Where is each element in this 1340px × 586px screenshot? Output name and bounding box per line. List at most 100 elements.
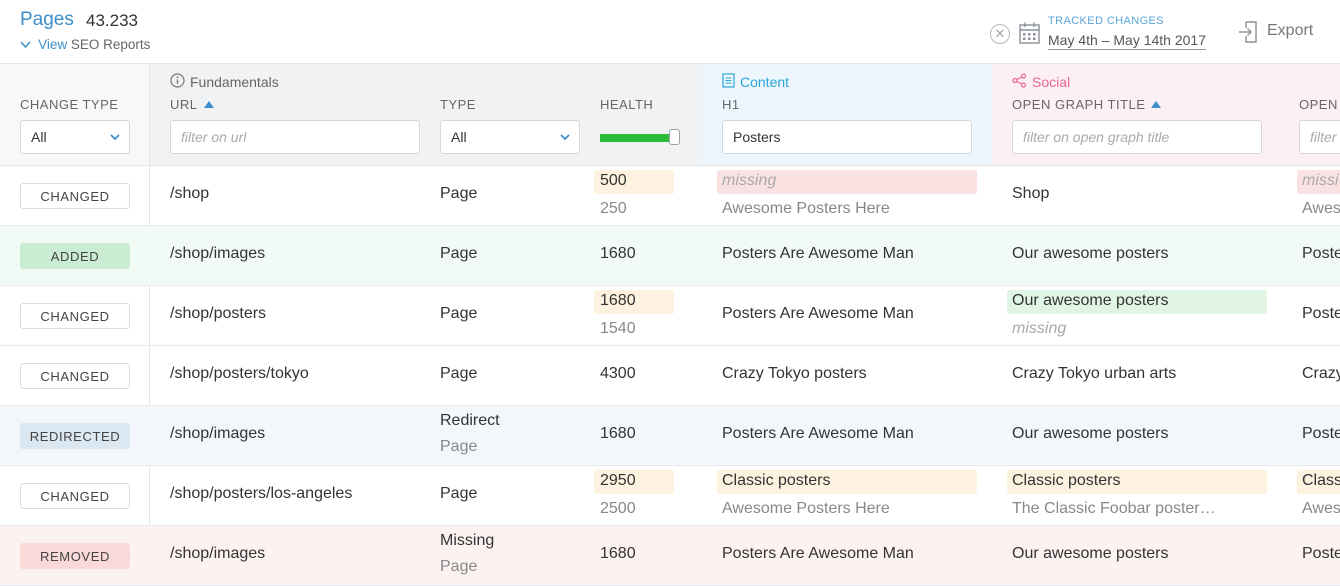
change-type-select[interactable]: All	[20, 120, 130, 154]
social-label: Social	[1032, 74, 1071, 90]
table-header: Fundamentals Content Social CHANGE TYPE …	[0, 64, 1340, 166]
clear-tracked-changes-button[interactable]: ✕	[990, 24, 1010, 44]
h1-cell: Classic posters	[722, 472, 831, 489]
url-cell[interactable]: /shop/images	[170, 425, 265, 443]
seo-link-label: SEO Reports	[70, 37, 151, 52]
table-row[interactable]: CHANGED/shop/posters/tokyo Page 4300 Crazy …	[0, 346, 1340, 406]
type-previous-cell: Page	[440, 438, 478, 455]
sort-ascending-icon	[1151, 101, 1162, 108]
change-type-badge: REDIRECTED	[20, 423, 130, 449]
health-cell: 1680	[600, 292, 636, 309]
view-seo-reports-link[interactable]: View SEO Reports	[20, 37, 150, 52]
health-cell: 4300	[600, 365, 636, 382]
fundamentals-label: Fundamentals	[190, 74, 279, 90]
col-og-next[interactable]: OPEN	[1299, 97, 1338, 112]
info-icon	[170, 73, 185, 91]
change-type-badge: CHANGED	[20, 363, 130, 389]
url-cell[interactable]: /shop	[170, 185, 209, 203]
table-row[interactable]: CHANGED/shop/posters/los-angeles Page 2950…	[0, 466, 1340, 526]
change-type-badge: CHANGED	[20, 303, 130, 329]
col-url-label: URL	[170, 97, 198, 112]
h1-cell: Crazy Tokyo posters	[722, 365, 867, 382]
table-row[interactable]: CHANGED/shop Page 500 250 missing Awesome Pos…	[0, 166, 1340, 226]
h1-cell: missing	[722, 172, 777, 189]
health-cell: 1680	[600, 245, 636, 262]
change-type-badge: REMOVED	[20, 543, 130, 569]
type-cell: Page	[440, 185, 478, 202]
chevron-down-icon	[20, 40, 34, 52]
chevron-down-icon	[109, 130, 121, 147]
content-label: Content	[740, 74, 790, 90]
health-range-fill	[600, 134, 674, 142]
export-icon[interactable]	[1238, 21, 1260, 48]
fundamentals-group: Fundamentals	[170, 73, 279, 91]
col-change-type: CHANGE TYPE	[20, 97, 119, 112]
og-next-filter-input[interactable]	[1299, 120, 1340, 154]
page-count: 43.233	[86, 11, 138, 30]
og-next-cell: Class	[1302, 472, 1340, 489]
health-slider-handle[interactable]	[669, 129, 680, 145]
col-url[interactable]: URL	[170, 97, 214, 112]
h1-previous-cell: Awesome Posters Here	[722, 500, 890, 517]
og-title-previous-cell: The Classic Foobar poster…	[1012, 500, 1216, 517]
og-title-filter-input[interactable]	[1012, 120, 1262, 154]
og-title-cell: Classic posters	[1012, 472, 1121, 489]
table-row[interactable]: CHANGED/shop/posters Page 1680 1540 Posters …	[0, 286, 1340, 346]
url-cell[interactable]: /shop/posters/los-angeles	[170, 485, 352, 503]
col-og-title-label: OPEN GRAPH TITLE	[1012, 97, 1146, 112]
og-title-previous-cell: missing	[1012, 320, 1067, 337]
type-select[interactable]: All	[440, 120, 580, 154]
tracked-changes-label: TRACKED CHANGES	[1048, 15, 1165, 27]
type-cell: Redirect	[440, 412, 500, 429]
type-previous-cell: Page	[440, 558, 478, 575]
social-group: Social	[1012, 73, 1070, 91]
top-bar: Pages 43.233 View SEO Reports ✕ TRACKED …	[0, 0, 1340, 64]
og-next-cell: Poste	[1302, 545, 1340, 562]
col-type[interactable]: TYPE	[440, 97, 476, 112]
type-cell: Page	[440, 305, 478, 322]
og-title-cell: Crazy Tokyo urban arts	[1012, 365, 1177, 382]
table-row[interactable]: ADDED/shop/images Page 1680 Posters Are Awe…	[0, 226, 1340, 286]
type-cell: Page	[440, 485, 478, 502]
h1-cell: Posters Are Awesome Man	[722, 425, 914, 442]
close-circle-icon: ✕	[994, 26, 1006, 41]
url-cell[interactable]: /shop/posters/tokyo	[170, 365, 309, 383]
change-type-badge: CHANGED	[20, 183, 130, 209]
chevron-down-icon	[559, 130, 571, 147]
url-cell[interactable]: /shop/images	[170, 545, 265, 563]
health-range-slider[interactable]	[600, 129, 680, 145]
h1-filter-input[interactable]	[722, 120, 972, 154]
page-title: Pages	[20, 9, 74, 30]
table-row[interactable]: REDIRECTED/shop/images Redirect Page 1680 Po…	[0, 406, 1340, 466]
og-title-cell: Our awesome posters	[1012, 292, 1169, 309]
h1-cell: Posters Are Awesome Man	[722, 545, 914, 562]
og-next-previous-cell: Awes	[1302, 500, 1340, 517]
col-health[interactable]: HEALTH	[600, 97, 653, 112]
og-title-cell: Our awesome posters	[1012, 545, 1169, 562]
url-filter-input[interactable]	[170, 120, 420, 154]
change-type-badge: ADDED	[20, 243, 130, 269]
h1-cell: Posters Are Awesome Man	[722, 305, 914, 322]
og-title-cell: Shop	[1012, 185, 1050, 202]
health-cell: 1680	[600, 425, 636, 442]
og-next-cell: Poste	[1302, 245, 1340, 262]
og-title-cell: Our awesome posters	[1012, 425, 1169, 442]
tracked-range-picker[interactable]: May 4th – May 14th 2017	[1048, 32, 1206, 50]
col-h1[interactable]: H1	[722, 97, 740, 112]
type-cell: Page	[440, 245, 478, 262]
og-next-cell: Crazy	[1302, 365, 1340, 382]
health-previous-cell: 250	[600, 200, 627, 217]
calendar-icon[interactable]	[1019, 22, 1040, 49]
h1-cell: Posters Are Awesome Man	[722, 245, 914, 262]
content-group: Content	[722, 73, 789, 91]
url-cell[interactable]: /shop/posters	[170, 305, 266, 323]
sort-ascending-icon	[203, 101, 214, 108]
export-button[interactable]: Export	[1267, 22, 1313, 40]
og-next-cell: Poste	[1302, 305, 1340, 322]
og-title-cell: Our awesome posters	[1012, 245, 1169, 262]
col-og-title[interactable]: OPEN GRAPH TITLE	[1012, 97, 1162, 112]
url-cell[interactable]: /shop/images	[170, 245, 265, 263]
health-cell: 500	[600, 172, 627, 189]
h1-previous-cell: Awesome Posters Here	[722, 200, 890, 217]
table-row[interactable]: REMOVED/shop/images Missing Page 1680 Poster…	[0, 526, 1340, 586]
